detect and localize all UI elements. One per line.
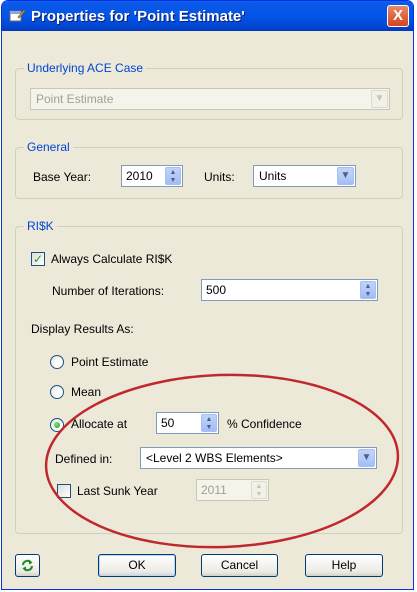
window-title: Properties for 'Point Estimate'	[31, 8, 245, 25]
mean-radio[interactable]	[50, 385, 64, 399]
display-results-label: Display Results As:	[31, 322, 134, 336]
ace-case-value: Point Estimate	[36, 92, 114, 106]
cancel-button[interactable]: Cancel	[201, 554, 278, 577]
defined-in-value: <Level 2 WBS Elements>	[146, 451, 283, 465]
general-group: General Base Year: 2010 ▲ ▼ Units: Units…	[15, 140, 403, 199]
close-button[interactable]: X	[387, 5, 409, 27]
always-calc-label[interactable]: Always Calculate RI$K	[51, 252, 172, 266]
base-year-spin-buttons[interactable]: ▲ ▼	[165, 167, 181, 185]
risk-group: RI$K ✓ Always Calculate RI$K Number of I…	[15, 219, 403, 534]
spin-down-icon: ▼	[169, 177, 177, 184]
units-value: Units	[259, 169, 287, 183]
last-sunk-checkbox[interactable]	[57, 484, 71, 498]
refresh-button[interactable]	[15, 554, 40, 577]
properties-icon	[9, 9, 26, 22]
base-year-spinner[interactable]: 2010 ▲ ▼	[121, 165, 183, 187]
last-sunk-spin-buttons[interactable]: ▲ ▼	[251, 481, 267, 499]
point-estimate-radio[interactable]	[50, 355, 64, 369]
allocate-radio[interactable]	[50, 418, 64, 432]
iterations-value: 500	[206, 283, 227, 297]
always-calc-checkbox[interactable]: ✓	[31, 252, 45, 266]
radio-selected-dot	[54, 422, 60, 428]
spin-up-icon: ▲	[169, 169, 177, 176]
last-sunk-spinner[interactable]: 2011 ▲ ▼	[196, 479, 269, 501]
spin-up-icon: ▲	[255, 483, 263, 490]
cancel-label: Cancel	[220, 558, 259, 572]
defined-in-select[interactable]: <Level 2 WBS Elements> ▼	[140, 447, 377, 469]
dialog-body: Underlying ACE Case Point Estimate ▼ Gen…	[6, 31, 409, 585]
units-label: Units:	[204, 170, 235, 184]
iterations-label: Number of Iterations:	[52, 284, 165, 298]
chevron-down-icon: ▼	[358, 449, 375, 467]
help-button[interactable]: Help	[305, 554, 383, 577]
spin-up-icon: ▲	[205, 416, 213, 423]
allocate-spin-buttons[interactable]: ▲ ▼	[201, 414, 217, 432]
ace-case-select[interactable]: Point Estimate ▼	[30, 88, 390, 110]
iterations-spinner[interactable]: 500 ▲ ▼	[201, 279, 378, 301]
spin-down-icon: ▼	[364, 291, 372, 298]
ok-button[interactable]: OK	[98, 554, 176, 577]
spin-up-icon: ▲	[364, 283, 372, 290]
properties-dialog: Properties for 'Point Estimate' X Underl…	[1, 0, 414, 590]
general-heading: General	[24, 140, 73, 154]
last-sunk-value: 2011	[201, 483, 227, 497]
mean-label[interactable]: Mean	[71, 385, 101, 399]
point-estimate-label[interactable]: Point Estimate	[71, 355, 148, 369]
refresh-icon	[22, 559, 33, 572]
chevron-down-icon: ▼	[337, 167, 354, 185]
underlying-case-group: Underlying ACE Case Point Estimate ▼	[15, 61, 403, 120]
allocate-label[interactable]: Allocate at	[71, 417, 127, 431]
underlying-case-heading: Underlying ACE Case	[24, 61, 147, 75]
last-sunk-label[interactable]: Last Sunk Year	[77, 484, 158, 498]
allocate-spinner[interactable]: 50 ▲ ▼	[156, 412, 219, 434]
defined-in-label: Defined in:	[55, 452, 113, 466]
title-bar[interactable]: Properties for 'Point Estimate' X	[2, 1, 413, 31]
help-label: Help	[331, 558, 357, 572]
spin-down-icon: ▼	[255, 491, 263, 498]
risk-heading: RI$K	[24, 219, 57, 233]
chevron-down-icon: ▼	[371, 90, 388, 108]
ok-label: OK	[128, 558, 146, 572]
spin-down-icon: ▼	[205, 424, 213, 431]
confidence-label: % Confidence	[227, 417, 302, 431]
close-icon: X	[392, 7, 403, 24]
iterations-spin-buttons[interactable]: ▲ ▼	[360, 281, 376, 299]
allocate-value: 50	[161, 416, 175, 430]
base-year-value: 2010	[126, 169, 153, 183]
units-select[interactable]: Units ▼	[253, 165, 356, 187]
base-year-label: Base Year:	[33, 170, 92, 184]
